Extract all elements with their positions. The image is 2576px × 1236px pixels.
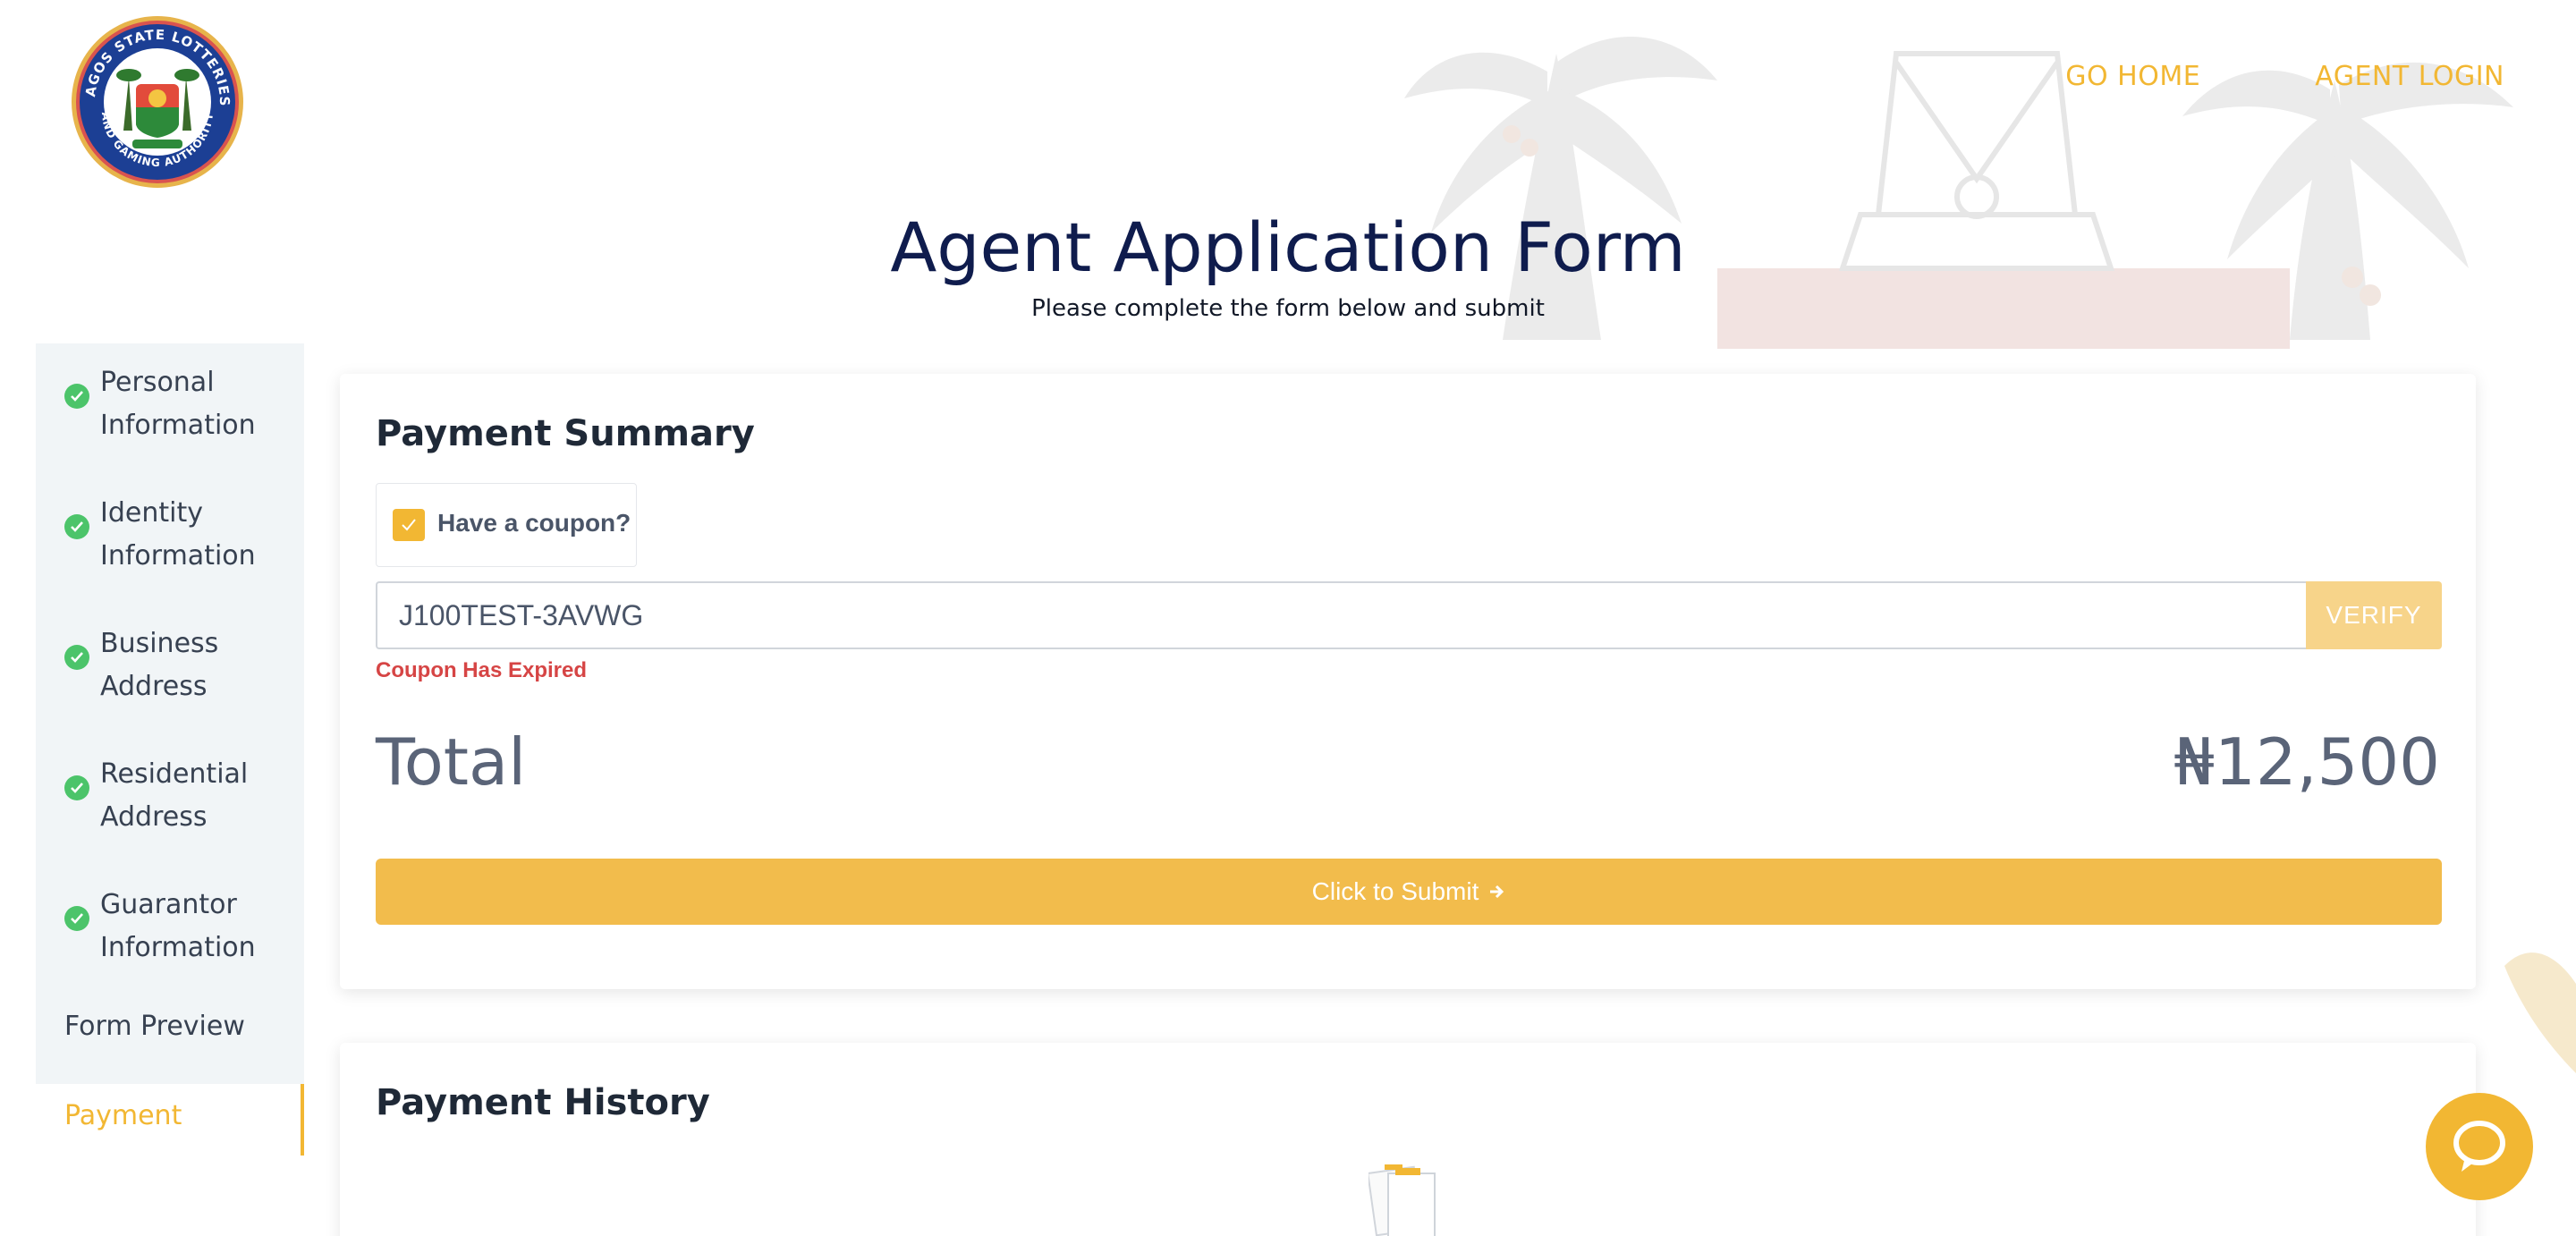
sidebar-step-payment[interactable]: Payment bbox=[36, 1084, 304, 1156]
step-label-line1: Personal bbox=[100, 367, 215, 398]
check-circle-icon bbox=[64, 775, 89, 800]
step-label-line2: Information bbox=[100, 410, 256, 441]
top-nav: GO HOME AGENT LOGIN bbox=[2065, 61, 2504, 92]
empty-documents-icon bbox=[1368, 1164, 1436, 1236]
verify-coupon-button[interactable]: VERIFY bbox=[2306, 581, 2442, 649]
chat-widget-button[interactable] bbox=[2426, 1093, 2533, 1200]
go-home-link[interactable]: GO HOME bbox=[2065, 61, 2200, 92]
payment-summary-card: Payment Summary Have a coupon? VERIFY Co… bbox=[340, 374, 2476, 989]
submit-button[interactable]: Click to Submit bbox=[376, 859, 2442, 925]
chat-bubble-icon bbox=[2453, 1121, 2505, 1172]
step-label-line2: Address bbox=[100, 801, 208, 833]
coupon-toggle[interactable]: Have a coupon? bbox=[376, 483, 637, 567]
step-label-line2: Address bbox=[100, 671, 208, 702]
page-title: Agent Application Form bbox=[890, 207, 1686, 287]
total-amount: ₦12,500 bbox=[2174, 724, 2440, 800]
sidebar-step-personal-information[interactable]: Personal Information bbox=[36, 361, 256, 447]
check-circle-icon bbox=[64, 384, 89, 409]
coupon-checkbox-label: Have a coupon? bbox=[437, 509, 631, 537]
step-label-line2: Information bbox=[100, 540, 256, 571]
payment-history-card: Payment History bbox=[340, 1043, 2476, 1236]
page-subtitle: Please complete the form below and submi… bbox=[1031, 295, 1545, 322]
lslga-logo[interactable]: LAGOS STATE LOTTERIES AND GAMING AUTHORI… bbox=[70, 14, 245, 190]
check-circle-icon bbox=[64, 514, 89, 539]
page: LAGOS STATE LOTTERIES AND GAMING AUTHORI… bbox=[0, 0, 2576, 1236]
check-circle-icon bbox=[64, 645, 89, 670]
sidebar-step-identity-information[interactable]: Identity Information bbox=[36, 492, 256, 578]
arrow-right-icon bbox=[1490, 885, 1504, 899]
check-circle-icon bbox=[64, 906, 89, 931]
sidebar-step-guarantor-information[interactable]: Guarantor Information bbox=[36, 884, 256, 969]
total-label: Total bbox=[376, 724, 527, 800]
sidebar-step-form-preview[interactable]: Form Preview bbox=[64, 1011, 245, 1042]
step-label-line1: Business bbox=[100, 628, 219, 659]
payment-history-title: Payment History bbox=[376, 1082, 710, 1123]
step-label-line2: Information bbox=[100, 932, 256, 963]
steps-sidebar: Personal Information Identity Informatio… bbox=[36, 343, 304, 1084]
agent-login-link[interactable]: AGENT LOGIN bbox=[2315, 61, 2504, 92]
submit-button-label: Click to Submit bbox=[1311, 877, 1479, 905]
sidebar-step-residential-address[interactable]: Residential Address bbox=[36, 753, 248, 839]
sidebar-step-payment-label: Payment bbox=[64, 1100, 182, 1131]
step-label-line1: Guarantor bbox=[100, 889, 237, 920]
coupon-error-message: Coupon Has Expired bbox=[376, 658, 588, 682]
step-label-line1: Identity bbox=[100, 497, 203, 529]
step-label-line1: Residential bbox=[100, 758, 249, 790]
coupon-checkbox[interactable] bbox=[393, 509, 425, 541]
sidebar-step-business-address[interactable]: Business Address bbox=[36, 622, 218, 708]
payment-summary-title: Payment Summary bbox=[376, 413, 755, 454]
coupon-code-input[interactable] bbox=[376, 581, 2306, 649]
